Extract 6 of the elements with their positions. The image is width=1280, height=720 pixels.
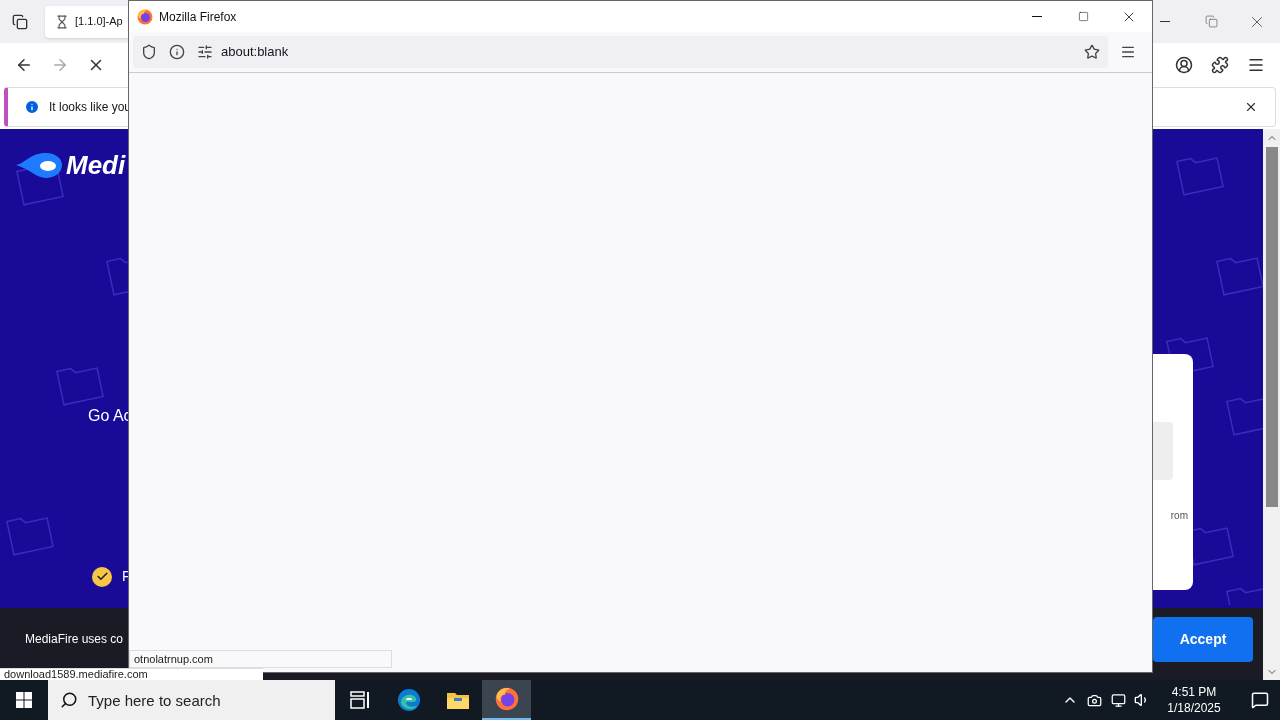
cookie-text: MediaFire uses co — [25, 631, 124, 648]
url-text: about:blank — [221, 43, 289, 62]
card-text: rom — [1170, 509, 1188, 523]
logo-text: Medi — [66, 152, 126, 178]
tab-title: [1.1.0]-Ap — [75, 14, 123, 30]
window-title: Mozilla Firefox — [159, 8, 237, 26]
